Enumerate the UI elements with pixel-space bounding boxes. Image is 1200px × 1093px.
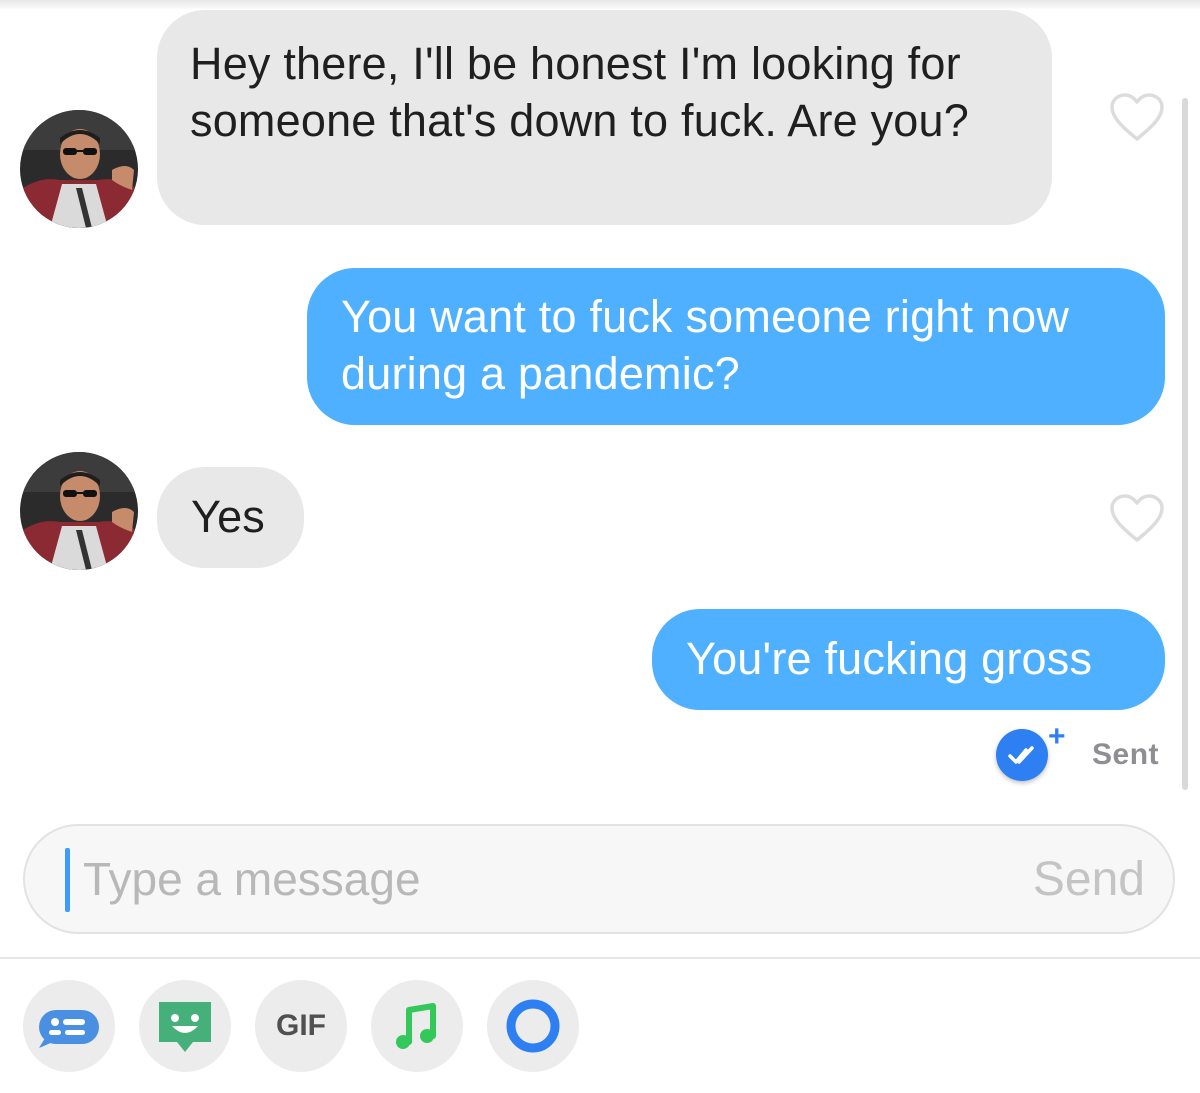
text-caret (65, 848, 70, 912)
message-text: You're fucking gross (686, 633, 1093, 684)
read-receipt-plus: + (1048, 720, 1066, 753)
message-bubble-outgoing[interactable]: You want to fuck someone right now durin… (307, 268, 1165, 425)
message-text: Hey there, I'll be honest I'm looking fo… (190, 38, 969, 146)
music-button[interactable] (371, 980, 463, 1072)
heart-icon[interactable] (1109, 92, 1165, 142)
bitmoji-face-icon (159, 1002, 211, 1052)
music-note-icon (396, 1003, 436, 1049)
message-composer[interactable]: Send (23, 824, 1175, 934)
message-text: You want to fuck someone right now durin… (341, 291, 1070, 399)
loop-circle-icon (506, 999, 560, 1053)
gif-button[interactable]: GIF (255, 980, 347, 1072)
top-edge-shadow (0, 0, 1200, 10)
sender-avatar[interactable] (20, 110, 138, 228)
message-bubble-incoming[interactable]: Hey there, I'll be honest I'm looking fo… (157, 10, 1052, 225)
send-button[interactable]: Send (1033, 852, 1145, 908)
message-text: Yes (191, 491, 266, 542)
toolbar-divider (0, 957, 1200, 959)
message-status-label: Sent (1092, 738, 1160, 771)
bitmoji-button[interactable] (139, 980, 231, 1072)
read-receipt-check-icon[interactable] (996, 729, 1048, 781)
gif-icon: GIF (276, 1009, 326, 1042)
message-input[interactable] (83, 846, 883, 912)
heart-icon[interactable] (1109, 493, 1165, 543)
message-bubble-outgoing[interactable]: You're fucking gross (652, 609, 1165, 710)
chat-card-button[interactable] (23, 980, 115, 1072)
scrollbar[interactable] (1182, 98, 1188, 790)
message-bubble-incoming[interactable]: Yes (157, 467, 304, 568)
chat-card-icon (39, 1010, 99, 1048)
sender-avatar[interactable] (20, 452, 138, 570)
loop-button[interactable] (487, 980, 579, 1072)
